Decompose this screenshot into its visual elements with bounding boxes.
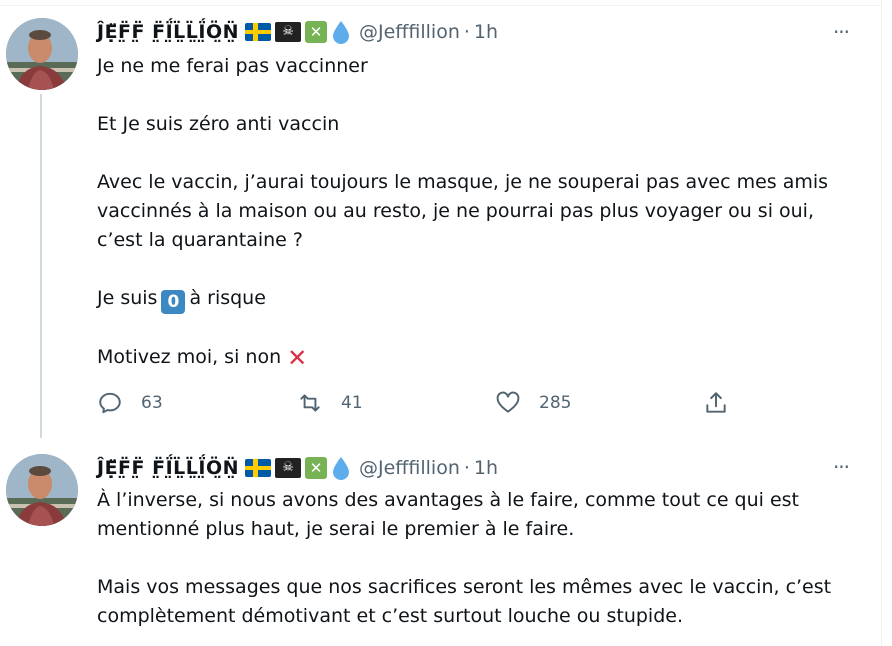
retweet-button[interactable]: 41 bbox=[297, 388, 363, 418]
tweet-header: ĴẸ̈F̤̈F̤̈ F̤̈Ḯ̤L̤̈L̤̈Ḯ̤Ö̤N̤̈ ☠ ✕ @Jefffi… bbox=[97, 454, 498, 482]
retweet-icon bbox=[300, 394, 320, 412]
retweet-count: 41 bbox=[341, 393, 363, 413]
tweet-text: À l’inverse, si nous avons des avantages… bbox=[97, 486, 857, 631]
tweet-text: Je ne me ferai pas vaccinner Et Je suis … bbox=[97, 52, 857, 373]
text-line: Avec le vaccin, j’aurai toujours le masq… bbox=[97, 171, 829, 193]
text-line: complètement démotivant et c’est surtout… bbox=[97, 605, 683, 627]
right-divider bbox=[881, 0, 882, 646]
text-line: Je ne me ferai pas vaccinner bbox=[97, 55, 368, 77]
avatar-photo bbox=[6, 454, 78, 526]
avatar[interactable] bbox=[6, 18, 78, 90]
like-count: 285 bbox=[539, 393, 572, 413]
sweden-flag-icon bbox=[245, 459, 272, 477]
text-fragment: Motivez moi, si non bbox=[97, 346, 282, 368]
avatar[interactable] bbox=[6, 454, 78, 526]
more-options-button[interactable]: ··· bbox=[828, 457, 854, 477]
author-name[interactable]: ĴẸ̈F̤̈F̤̈ F̤̈Ḯ̤L̤̈L̤̈Ḯ̤Ö̤N̤̈ bbox=[97, 21, 239, 43]
text-fragment: Je suis bbox=[97, 287, 158, 309]
thread-connector bbox=[40, 94, 42, 438]
reply-button[interactable]: 63 bbox=[97, 388, 163, 418]
text-line: c’est la quarantaine ? bbox=[97, 229, 303, 251]
more-options-button[interactable]: ··· bbox=[828, 22, 854, 42]
motivate-line: Motivez moi, si non ✕ bbox=[97, 343, 857, 373]
avatar-photo bbox=[6, 18, 78, 90]
droplet-icon bbox=[331, 20, 351, 44]
tweet-actions: 63 41 285 bbox=[97, 388, 757, 418]
text-fragment: à risque bbox=[189, 287, 266, 309]
reply-count: 63 bbox=[141, 393, 163, 413]
cross-mark-icon: ✕ bbox=[287, 344, 308, 372]
tweet-1[interactable]: ĴẸ̈F̤̈F̤̈ F̤̈Ḯ̤L̤̈L̤̈Ḯ̤Ö̤N̤̈ ☠ ✕ @Jefffi… bbox=[0, 0, 880, 440]
keycap-zero-icon: 0 bbox=[161, 290, 186, 314]
text-line: À l’inverse, si nous avons des avantages… bbox=[97, 489, 800, 511]
pirate-flag-icon: ☠ bbox=[275, 458, 302, 478]
text-line: Mais vos messages que nos sacrifices ser… bbox=[97, 576, 832, 598]
author-handle[interactable]: @Jefffillion bbox=[359, 21, 460, 43]
reply-icon bbox=[99, 392, 121, 414]
pirate-flag-icon: ☠ bbox=[275, 22, 302, 42]
author-name[interactable]: ĴẸ̈F̤̈F̤̈ F̤̈Ḯ̤L̤̈L̤̈Ḯ̤Ö̤N̤̈ bbox=[97, 457, 239, 479]
text-line: vaccinnés à la maison ou au resto, je ne… bbox=[97, 200, 814, 222]
tweet-header: ĴẸ̈F̤̈F̤̈ F̤̈Ḯ̤L̤̈L̤̈Ḯ̤Ö̤N̤̈ ☠ ✕ @Jefffi… bbox=[97, 18, 498, 46]
share-button[interactable] bbox=[703, 388, 747, 418]
like-button[interactable]: 285 bbox=[495, 388, 571, 418]
timestamp[interactable]: 1h bbox=[474, 21, 498, 43]
timestamp[interactable]: 1h bbox=[474, 457, 498, 479]
risk-line: Je suis 0 à risque bbox=[97, 284, 857, 314]
author-handle[interactable]: @Jefffillion bbox=[359, 457, 460, 479]
cross-mark-button-icon: ✕ bbox=[305, 457, 328, 479]
droplet-icon bbox=[331, 456, 351, 480]
heart-icon bbox=[496, 391, 520, 413]
text-line: Et Je suis zéro anti vaccin bbox=[97, 113, 340, 135]
separator-dot: · bbox=[463, 457, 470, 479]
sweden-flag-icon bbox=[245, 23, 272, 41]
share-icon bbox=[706, 392, 726, 413]
text-line: mentionné plus haut, je serai le premier… bbox=[97, 518, 575, 540]
separator-dot: · bbox=[463, 21, 470, 43]
cross-mark-button-icon: ✕ bbox=[305, 21, 328, 43]
tweet-2[interactable]: ĴẸ̈F̤̈F̤̈ F̤̈Ḯ̤L̤̈L̤̈Ḯ̤Ö̤N̤̈ ☠ ✕ @Jefffi… bbox=[0, 440, 880, 646]
